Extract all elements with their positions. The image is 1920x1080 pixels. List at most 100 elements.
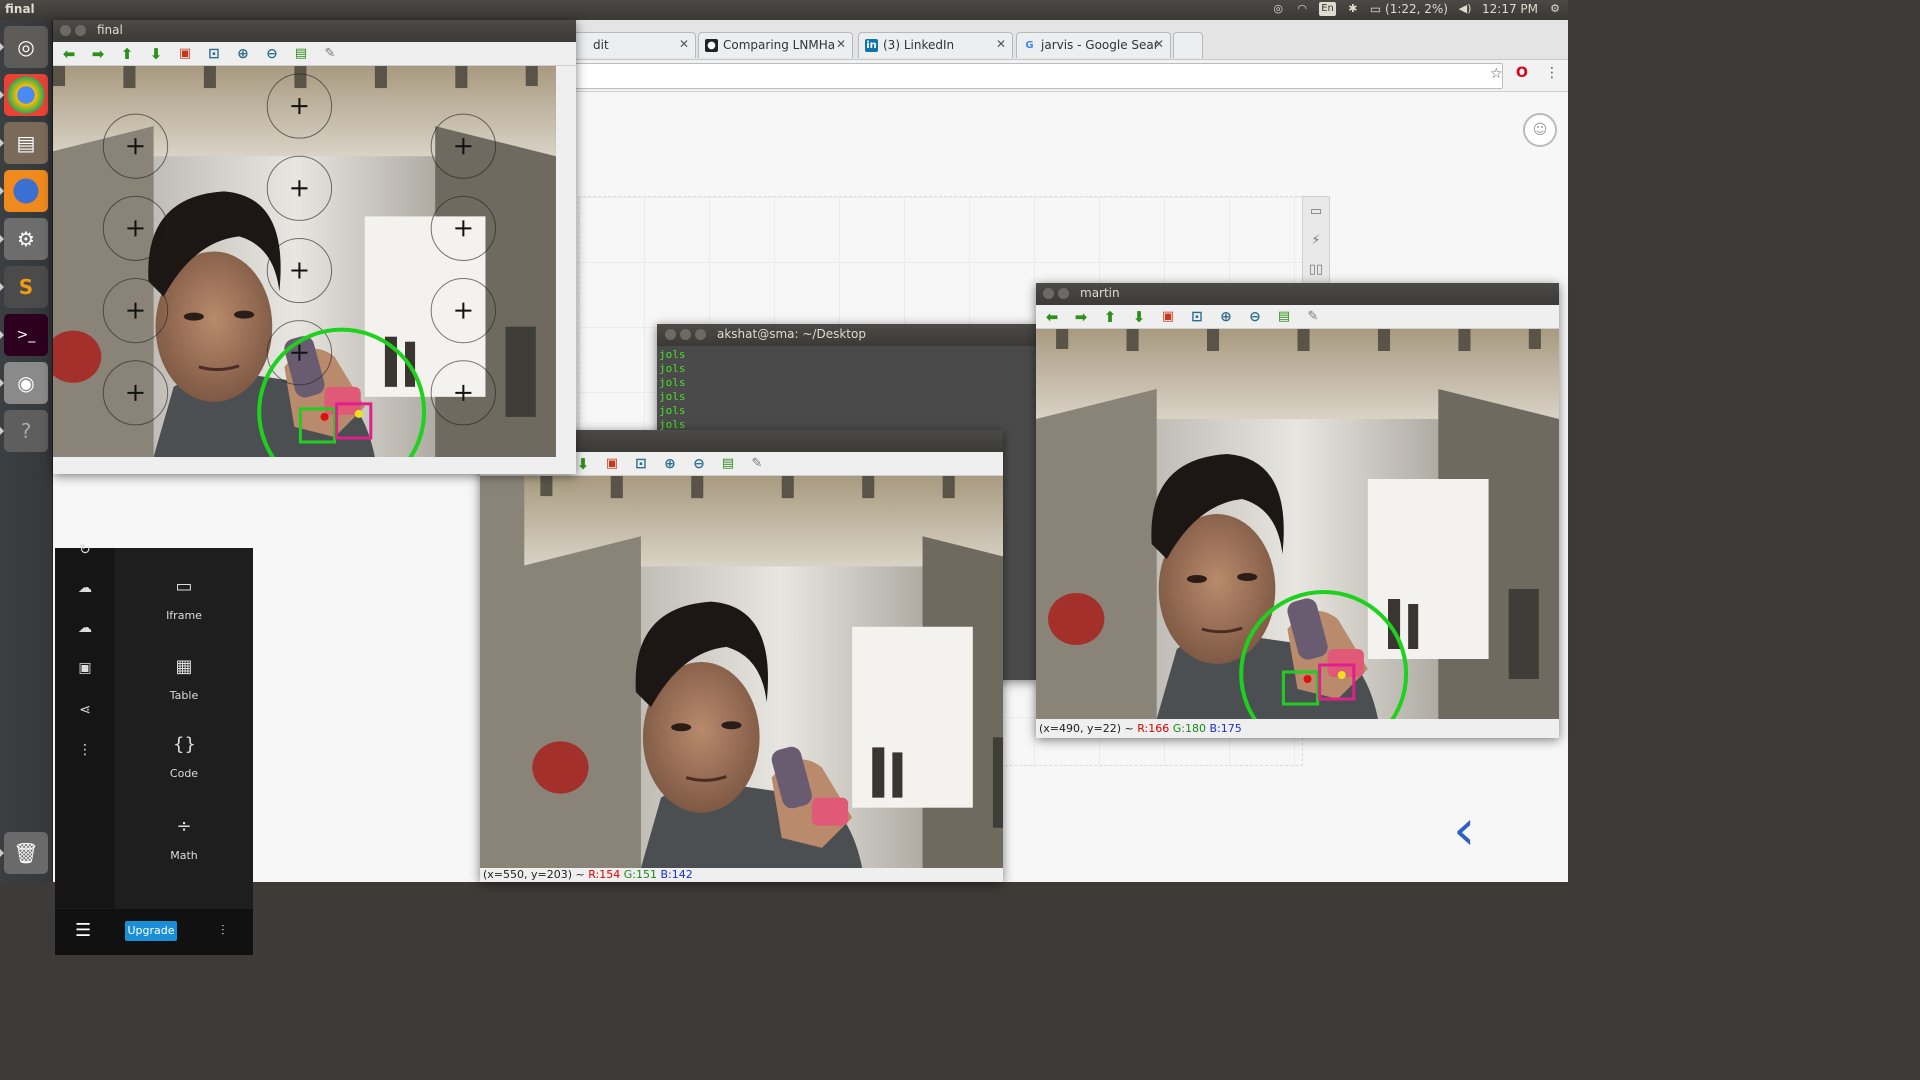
bookmark-star-icon[interactable]: ☆ bbox=[1490, 66, 1503, 82]
window-titlebar[interactable]: final bbox=[53, 20, 576, 42]
screen-icon[interactable]: ▭ bbox=[1303, 197, 1329, 226]
tab-linkedin[interactable]: in (3) LinkedIn ✕ bbox=[858, 32, 1013, 58]
zoom-in-icon[interactable]: ⊕ bbox=[233, 44, 253, 64]
tab-label: (3) LinkedIn bbox=[883, 38, 955, 52]
camera-image[interactable] bbox=[480, 476, 1003, 868]
pan-down-icon[interactable]: ⬇ bbox=[573, 454, 593, 474]
close-icon[interactable] bbox=[665, 329, 676, 340]
new-tab-button[interactable] bbox=[1173, 32, 1203, 58]
zoom-out-icon[interactable]: ⊖ bbox=[689, 454, 709, 474]
save-icon[interactable]: ▤ bbox=[718, 454, 738, 474]
marker-yellow bbox=[354, 409, 363, 418]
zoom-in-icon[interactable]: ⊕ bbox=[660, 454, 680, 474]
save-icon[interactable]: ▤ bbox=[1274, 307, 1294, 327]
window-titlebar[interactable]: martin bbox=[1036, 283, 1559, 305]
table-icon: ▦ bbox=[175, 656, 193, 677]
firefox-icon[interactable] bbox=[0, 170, 48, 212]
tool-table[interactable]: ▦ Table bbox=[115, 648, 253, 718]
pan-down-icon[interactable]: ⬇ bbox=[146, 44, 166, 64]
ubuntu-dash-icon[interactable]: ◎ bbox=[0, 26, 48, 68]
properties-icon[interactable]: ✎ bbox=[747, 454, 767, 474]
battery-indicator[interactable]: ▭ (1:22, 2%) bbox=[1370, 2, 1448, 16]
tab-github[interactable]: ● Comparing LNMHa ✕ bbox=[698, 32, 853, 58]
zoom-fit-icon[interactable]: ⊡ bbox=[1187, 307, 1207, 327]
bluetooth-icon[interactable]: ✱ bbox=[1346, 2, 1360, 16]
settings-icon[interactable]: ⚙ bbox=[0, 218, 48, 260]
back-chevron-icon[interactable]: ‹ bbox=[1453, 803, 1475, 859]
tool-iframe[interactable]: ▭ Iframe bbox=[115, 568, 253, 638]
minimize-icon[interactable] bbox=[1058, 288, 1069, 299]
volume-icon[interactable]: ◀) bbox=[1458, 2, 1472, 16]
zoom-original-icon[interactable]: ▣ bbox=[602, 454, 622, 474]
wifi-icon[interactable]: ◠ bbox=[1295, 2, 1309, 16]
cloud-upload-icon[interactable]: ☁ bbox=[75, 578, 95, 598]
help-icon[interactable]: ? bbox=[0, 410, 48, 452]
keyboard-layout[interactable]: En bbox=[1319, 2, 1336, 16]
maximize-icon[interactable] bbox=[695, 329, 706, 340]
pan-left-icon[interactable]: ⬅ bbox=[1042, 307, 1062, 327]
camera-image[interactable] bbox=[53, 66, 576, 457]
camera-image[interactable] bbox=[1036, 329, 1559, 719]
tab-google[interactable]: G jarvis - Google Sear ✕ bbox=[1016, 32, 1171, 58]
terminal-titlebar[interactable]: akshat@sma: ~/Desktop bbox=[657, 324, 1037, 346]
upgrade-button[interactable]: Upgrade bbox=[125, 921, 177, 941]
zoom-original-icon[interactable]: ▣ bbox=[175, 44, 195, 64]
terminal-output[interactable]: jols jols jols jols jols jols bbox=[659, 348, 686, 432]
image-icon[interactable]: ▣ bbox=[75, 658, 95, 678]
close-icon[interactable]: ✕ bbox=[996, 37, 1006, 51]
book-icon[interactable]: ▯▯ bbox=[1303, 255, 1329, 284]
more-vertical-icon[interactable]: ⋮ bbox=[75, 740, 95, 760]
files-icon[interactable]: ▤ bbox=[0, 122, 48, 164]
share-icon[interactable]: ⋖ bbox=[75, 700, 95, 720]
pan-down-icon[interactable]: ⬇ bbox=[1129, 307, 1149, 327]
marker-yellow bbox=[1337, 671, 1346, 679]
zoom-fit-icon[interactable]: ⊡ bbox=[631, 454, 651, 474]
close-icon[interactable]: ✕ bbox=[679, 37, 689, 51]
clock[interactable]: 12:17 PM bbox=[1482, 2, 1538, 16]
cv-window-garrix[interactable]: garrix ⬅ ➡ ⬆ ⬇ ▣ ⊡ ⊕ ⊖ ▤ ✎ (x=550, y=203… bbox=[480, 430, 1003, 882]
chrome-icon[interactable] bbox=[0, 74, 48, 116]
cv-window-martin[interactable]: martin ⬅ ➡ ⬆ ⬇ ▣ ⊡ ⊕ ⊖ ▤ ✎ (x=490, y=22)… bbox=[1036, 283, 1559, 738]
zoom-in-icon[interactable]: ⊕ bbox=[1216, 307, 1236, 327]
refresh-icon[interactable]: ↻ bbox=[75, 540, 95, 560]
gear-icon[interactable]: ⚙ bbox=[1548, 2, 1562, 16]
hamburger-menu-icon[interactable]: ☰ bbox=[75, 921, 97, 941]
properties-icon[interactable]: ✎ bbox=[320, 44, 340, 64]
minimize-icon[interactable] bbox=[75, 25, 86, 36]
close-icon[interactable]: ✕ bbox=[836, 37, 846, 51]
zoom-fit-icon[interactable]: ⊡ bbox=[204, 44, 224, 64]
close-icon[interactable]: ✕ bbox=[1154, 37, 1164, 51]
minimize-icon[interactable] bbox=[680, 329, 691, 340]
menu-icon[interactable]: ⋮ bbox=[1545, 65, 1559, 81]
lightning-icon[interactable]: ⚡ bbox=[1303, 226, 1329, 255]
terminal-icon[interactable]: >_ bbox=[0, 314, 48, 356]
address-bar[interactable] bbox=[553, 63, 1503, 89]
code-icon: {} bbox=[173, 734, 196, 755]
terminal-line: jols bbox=[659, 404, 686, 417]
tool-code[interactable]: {} Code bbox=[115, 726, 253, 796]
pan-up-icon[interactable]: ⬆ bbox=[1100, 307, 1120, 327]
chrome-remote-icon[interactable]: ◎ bbox=[1271, 2, 1285, 16]
pan-up-icon[interactable]: ⬆ bbox=[117, 44, 137, 64]
save-icon[interactable]: ▤ bbox=[291, 44, 311, 64]
collaborators-icon[interactable]: ☺ bbox=[1523, 113, 1557, 147]
trash-icon[interactable]: 🗑 bbox=[0, 832, 48, 874]
close-icon[interactable] bbox=[1043, 288, 1054, 299]
camera-icon[interactable]: ◉ bbox=[0, 362, 48, 404]
pan-left-icon[interactable]: ⬅ bbox=[59, 44, 79, 64]
properties-icon[interactable]: ✎ bbox=[1303, 307, 1323, 327]
zoom-out-icon[interactable]: ⊖ bbox=[262, 44, 282, 64]
zoom-original-icon[interactable]: ▣ bbox=[1158, 307, 1178, 327]
sublime-icon[interactable]: S bbox=[0, 266, 48, 308]
close-icon[interactable] bbox=[60, 25, 71, 36]
pan-right-icon[interactable]: ➡ bbox=[1071, 307, 1091, 327]
opera-icon[interactable]: O bbox=[1516, 65, 1528, 81]
terminal-line: jols bbox=[659, 376, 686, 389]
pan-right-icon[interactable]: ➡ bbox=[88, 44, 108, 64]
cv-window-final[interactable]: final ⬅ ➡ ⬆ ⬇ ▣ ⊡ ⊕ ⊖ ▤ ✎ bbox=[53, 20, 576, 474]
tool-math[interactable]: ÷ Math bbox=[115, 808, 253, 878]
sliders-icon[interactable]: ⫶ bbox=[221, 921, 239, 941]
tab-editor[interactable]: dit ✕ bbox=[568, 32, 696, 58]
cloud-download-icon[interactable]: ☁ bbox=[75, 618, 95, 638]
zoom-out-icon[interactable]: ⊖ bbox=[1245, 307, 1265, 327]
